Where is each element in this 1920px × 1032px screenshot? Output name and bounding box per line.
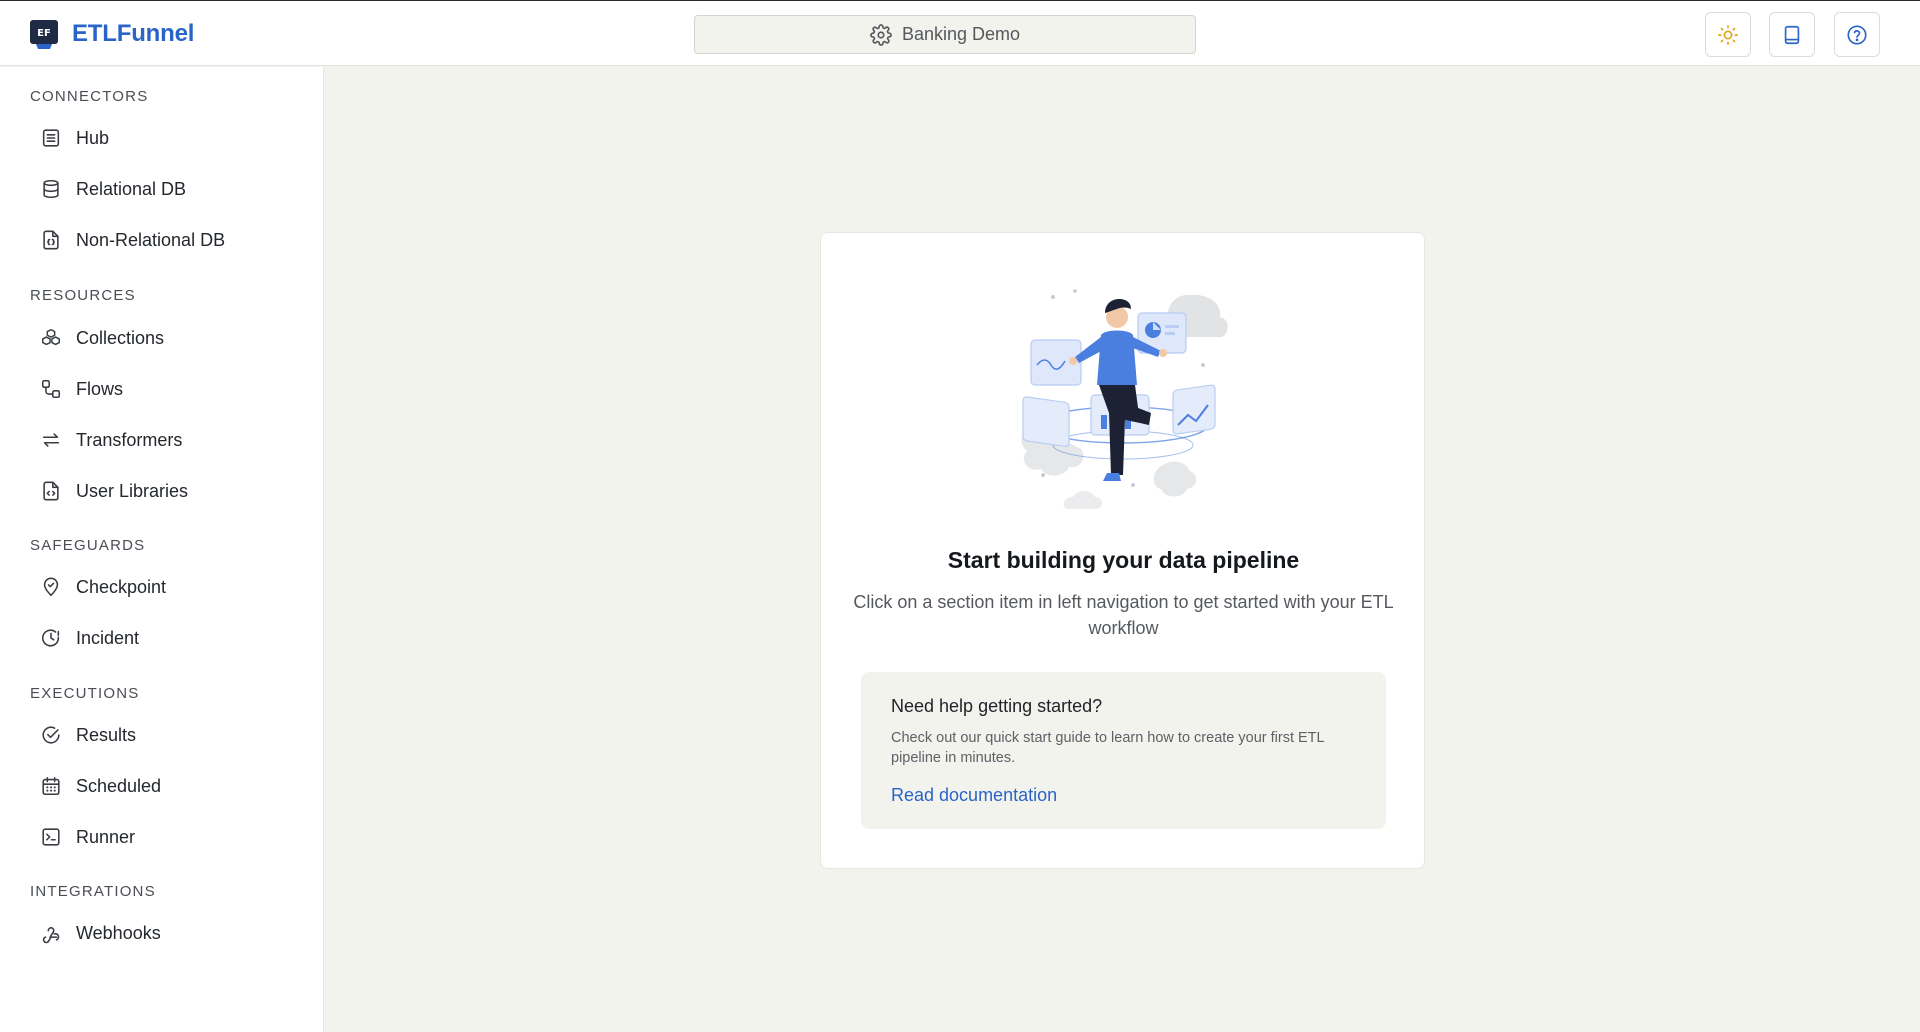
sidebar-item-scheduled[interactable]: Scheduled [30,766,300,806]
sidebar-item-label: Relational DB [76,178,187,199]
sidebar-item-label: Non-Relational DB [76,229,226,250]
location-check-icon [43,577,59,597]
section-title-resources: RESOURCES [30,287,136,304]
sidebar-item-incident[interactable]: Incident [30,618,300,658]
help-box: Need help getting started? Check out our… [861,672,1386,829]
etlfunnel-logo-icon: EF [28,18,60,50]
brand[interactable]: EF ETLFunnel [28,17,194,51]
arrows-swap-icon [42,433,60,447]
sidebar-item-flows[interactable]: Flows [30,369,300,409]
sidebar-item-collections[interactable]: Collections [30,318,300,358]
sun-icon [1718,24,1738,45]
book-icon [1784,25,1800,44]
help-title: Need help getting started? [891,696,1103,716]
sidebar-item-runner[interactable]: Runner [30,817,300,857]
data-pipeline-illustration [1013,275,1233,510]
file-braces-icon [43,230,59,250]
sidebar-item-transformers[interactable]: Transformers [30,420,300,460]
sidebar-item-label: Hub [76,127,110,148]
clock-alert-icon [41,629,60,647]
check-circle-icon [42,726,60,744]
sidebar-item-hub[interactable]: Hub [30,118,300,158]
sidebar-item-non-relational-db[interactable]: Non-Relational DB [30,220,300,260]
calendar-icon [42,776,60,796]
sidebar-item-label: Collections [76,327,165,348]
app-name: ETLFunnel [72,20,195,47]
sidebar-item-label: Incident [76,627,140,648]
sidebar: CONNECTORS Hub Relational DB Non-Relatio… [0,67,324,1032]
flow-icon [41,379,61,399]
terminal-icon [42,828,60,846]
empty-state-subtitle: Click on a section item in left navigati… [853,592,1394,638]
sidebar-item-label: Checkpoint [76,576,167,597]
sidebar-item-user-libraries[interactable]: User Libraries [30,471,300,511]
logo-text: EF [37,28,51,39]
sidebar-item-checkpoint[interactable]: Checkpoint [30,567,300,607]
sidebar-item-label: Flows [76,378,124,399]
sidebar-item-label: User Libraries [76,480,189,501]
sidebar-item-relational-db[interactable]: Relational DB [30,169,300,209]
cubes-icon [42,329,60,346]
documentation-button[interactable] [1769,12,1815,57]
section-title-integrations: INTEGRATIONS [30,883,156,900]
webhook-icon [42,927,60,944]
sidebar-item-webhooks[interactable]: Webhooks [30,913,300,953]
sidebar-item-label: Transformers [76,429,183,450]
theme-toggle-button[interactable] [1705,12,1751,57]
help-text: Check out our quick start guide to learn… [891,730,1325,766]
workspace-label: Banking Demo [901,24,1021,44]
list-icon [42,129,60,147]
sidebar-item-results[interactable]: Results [30,715,300,755]
empty-state-title: Start building your data pipeline [947,547,1300,573]
sidebar-item-label: Results [76,724,137,745]
help-button[interactable] [1834,12,1880,57]
section-title-connectors: CONNECTORS [30,88,149,105]
sidebar-item-label: Runner [76,826,136,847]
section-title-executions: EXECUTIONS [30,685,140,702]
sidebar-item-label: Scheduled [76,775,162,796]
section-title-safeguards: SAFEGUARDS [30,537,146,554]
top-bar: EF ETLFunnel Banking Demo [0,0,1920,66]
empty-state-card: Start building your data pipeline Click … [820,232,1425,869]
workspace-selector[interactable]: Banking Demo [694,15,1196,54]
sidebar-item-label: Webhooks [76,922,161,943]
question-circle-icon [1847,24,1867,45]
read-documentation-link[interactable]: Read documentation [891,785,1057,806]
file-code-icon [43,481,59,501]
database-icon [43,179,59,199]
gear-icon [870,23,892,46]
